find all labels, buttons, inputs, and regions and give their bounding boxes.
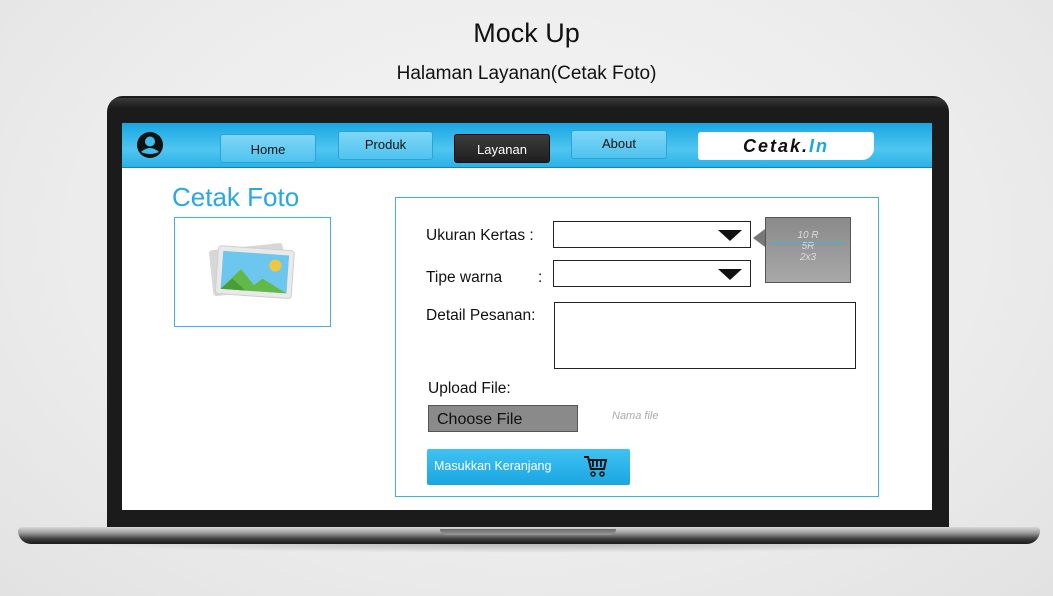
add-to-cart-label: Masukkan Keranjang: [434, 459, 552, 473]
upload-file-label: Upload File:: [428, 380, 511, 397]
ukuran-kertas-label: Ukuran Kertas :: [426, 227, 534, 244]
brand-logo[interactable]: Cetak.In: [698, 132, 874, 160]
tipe-warna-label: Tipe warna: [426, 269, 503, 286]
ukuran-kertas-select[interactable]: [553, 221, 751, 248]
detail-pesanan-label: Detail Pesanan:: [426, 307, 536, 324]
ukuran-option-2x3[interactable]: 2x3: [766, 252, 850, 263]
brand-name-accent: In: [809, 136, 830, 156]
nav-home-button[interactable]: Home: [220, 134, 316, 163]
file-name-text: Nama file: [612, 410, 659, 422]
chevron-down-icon: [718, 269, 742, 280]
laptop-shadow: [60, 543, 1000, 553]
page-title: Cetak Foto: [172, 182, 300, 212]
shopping-cart-icon: [584, 456, 608, 477]
ukuran-option-10r[interactable]: 10 R: [766, 230, 850, 241]
photo-gallery-icon: [209, 243, 295, 300]
tipe-warna-colon: :: [538, 269, 543, 286]
tipe-warna-select[interactable]: [553, 260, 751, 287]
dropdown-pointer: [753, 229, 765, 247]
ukuran-kertas-options-popup: 10 R 5R 2x3: [765, 217, 851, 283]
product-image-box: [174, 217, 331, 327]
option-highlight-line: [770, 243, 846, 244]
nav-about-button[interactable]: About: [571, 130, 667, 159]
nav-produk-button[interactable]: Produk: [338, 131, 433, 160]
chevron-down-icon: [718, 230, 742, 241]
user-avatar-icon[interactable]: [136, 131, 164, 159]
laptop-screen: Home Produk Layanan About Cetak.In Cetak…: [122, 123, 932, 510]
nav-layanan-button[interactable]: Layanan: [454, 134, 550, 163]
mockup-title: Mock Up: [473, 18, 580, 48]
add-to-cart-button[interactable]: Masukkan Keranjang: [427, 449, 630, 485]
mockup-subtitle: Halaman Layanan(Cetak Foto): [396, 63, 657, 84]
choose-file-button[interactable]: Choose File: [428, 405, 578, 432]
navbar: Home Produk Layanan About Cetak.In: [122, 123, 932, 168]
brand-name: Cetak.: [742, 136, 810, 156]
laptop-hinge-notch: [440, 529, 616, 535]
detail-pesanan-textarea[interactable]: [554, 302, 856, 369]
